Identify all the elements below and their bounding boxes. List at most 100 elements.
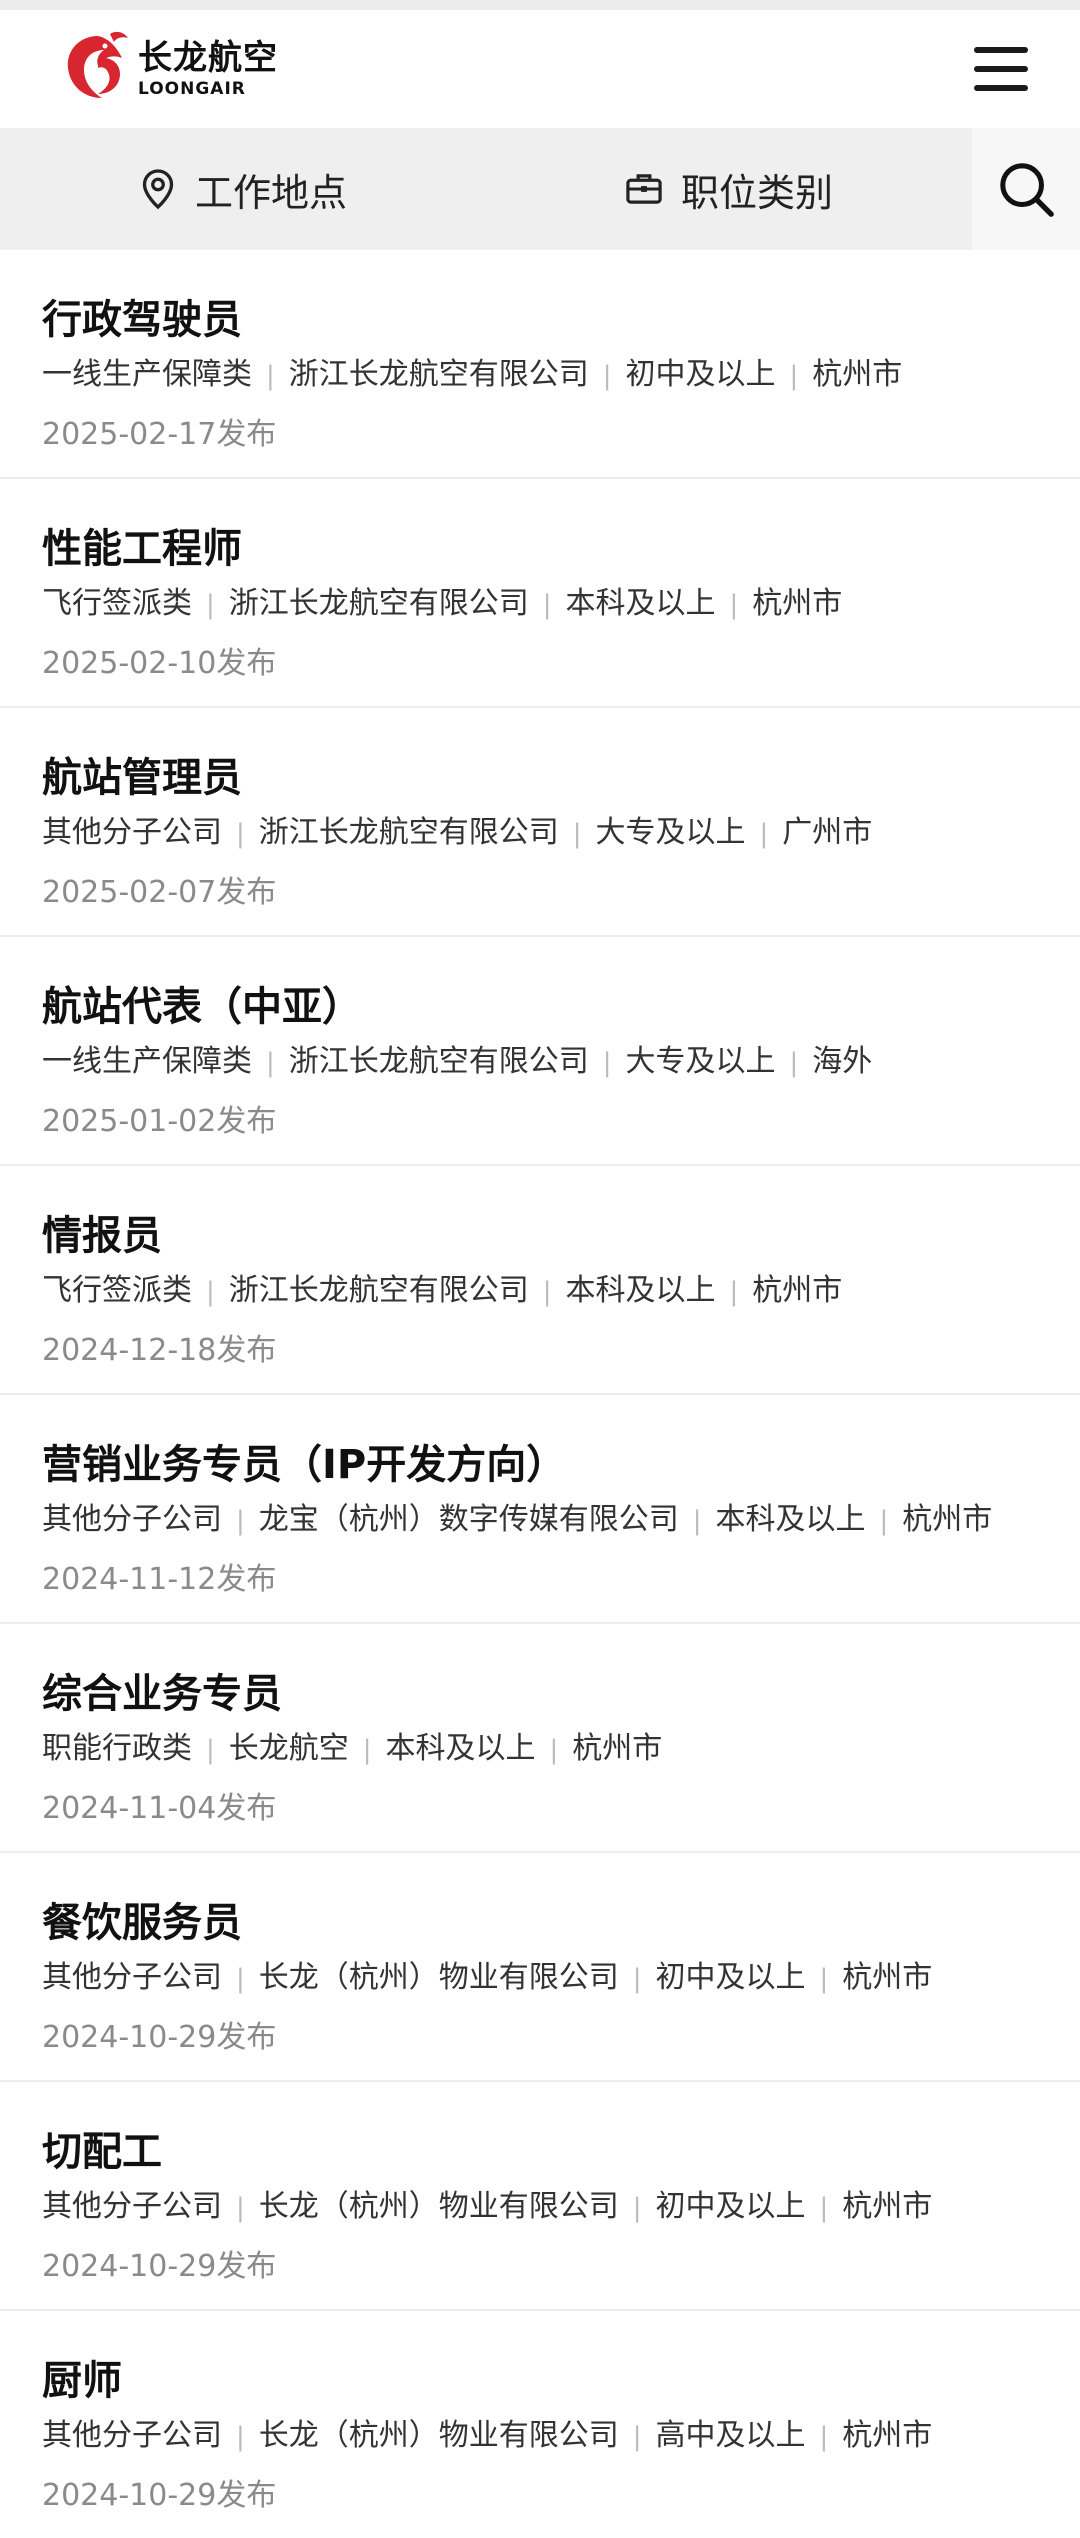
meta-separator: | [602,361,612,391]
job-list-item[interactable]: 厨师 其他分子公司 | 长龙（杭州）物业有限公司 | 高中及以上 | 杭州市 2024-10… [0,2311,1080,2538]
location-filter-label: 工作地点 [194,170,347,215]
job-company: 长龙（杭州）物业有限公司 [258,2189,619,2224]
job-title: 营销业务专员（IP开发方向） [42,1442,567,1488]
job-meta: 其他分子公司 | 浙江长龙航空有限公司 | 大专及以上 | 广州市 [42,810,1040,857]
job-title: 餐饮服务员 [42,1900,242,1946]
job-category: 飞行签派类 [42,1273,192,1308]
job-meta: 飞行签派类 | 浙江长龙航空有限公司 | 本科及以上 | 杭州市 [42,1268,1040,1315]
job-meta: 其他分子公司 | 龙宝（杭州）数字传媒有限公司 | 本科及以上 | 杭州市 [42,1497,1040,1544]
job-list: 行政驾驶员 一线生产保障类 | 浙江长龙航空有限公司 | 初中及以上 | 杭州市 2025-… [0,250,1080,2538]
job-title: 航站代表（中亚） [42,984,362,1030]
meta-separator: | [879,1506,889,1536]
job-meta: 其他分子公司 | 长龙（杭州）物业有限公司 | 初中及以上 | 杭州市 [42,2184,1040,2231]
job-title: 综合业务专员 [42,1671,282,1717]
job-publish-date: 2025-02-07发布 [42,875,277,910]
hamburger-menu-icon[interactable] [974,47,1028,91]
job-city: 杭州市 [902,1502,993,1537]
status-strip [0,0,1080,10]
search-button[interactable] [972,128,1080,250]
meta-separator: | [266,1048,275,1078]
meta-separator: | [759,819,769,849]
meta-separator: | [362,1735,372,1765]
job-meta: 其他分子公司 | 长龙（杭州）物业有限公司 | 高中及以上 | 杭州市 [42,2413,1040,2460]
meta-separator: | [236,1506,245,1536]
job-category: 职能行政类 [42,1731,192,1766]
app-header: 长龙航空 LOONGAIR [0,10,1080,128]
job-publish-date: 2025-02-10发布 [42,646,277,681]
category-filter-label: 职位类别 [680,170,833,215]
job-company: 浙江长龙航空有限公司 [228,1273,529,1308]
job-publish-date: 2025-02-17发布 [42,417,277,452]
job-education: 本科及以上 [385,1731,536,1766]
job-title: 行政驾驶员 [42,297,242,343]
job-category: 飞行签派类 [42,586,192,621]
job-title: 切配工 [42,2129,162,2175]
job-list-item[interactable]: 营销业务专员（IP开发方向） 其他分子公司 | 龙宝（杭州）数字传媒有限公司 | 本科及… [0,1395,1080,1624]
job-publish-date: 2024-11-04发布 [42,1791,277,1826]
dragon-logo-icon [67,31,128,98]
job-city: 杭州市 [752,1273,843,1308]
job-list-item[interactable]: 情报员 飞行签派类 | 浙江长龙航空有限公司 | 本科及以上 | 杭州市 2024-12-1… [0,1166,1080,1395]
meta-separator: | [602,1048,612,1078]
job-list-item[interactable]: 性能工程师 飞行签派类 | 浙江长龙航空有限公司 | 本科及以上 | 杭州市 2025-02… [0,479,1080,708]
job-category: 一线生产保障类 [42,357,252,392]
job-publish-date: 2024-12-18发布 [42,1333,277,1368]
job-education: 初中及以上 [655,1960,806,1995]
job-city: 广州市 [782,815,873,850]
job-education: 初中及以上 [625,357,776,392]
job-list-item[interactable]: 餐饮服务员 其他分子公司 | 长龙（杭州）物业有限公司 | 初中及以上 | 杭州市 2024… [0,1853,1080,2082]
meta-separator: | [236,2193,245,2223]
meta-separator: | [572,819,582,849]
job-education: 初中及以上 [655,2189,806,2224]
job-meta: 一线生产保障类 | 浙江长龙航空有限公司 | 大专及以上 | 海外 [42,1039,1040,1086]
filter-bar: 工作地点 职位类别 [0,128,1080,250]
job-list-item[interactable]: 航站管理员 其他分子公司 | 浙江长龙航空有限公司 | 大专及以上 | 广州市 2025-0… [0,708,1080,937]
job-publish-date: 2025-01-02发布 [42,1104,277,1139]
job-publish-date: 2024-11-12发布 [42,1562,277,1597]
job-list-item[interactable]: 行政驾驶员 一线生产保障类 | 浙江长龙航空有限公司 | 初中及以上 | 杭州市 2025-… [0,250,1080,479]
job-category: 其他分子公司 [42,1960,222,1995]
job-company: 浙江长龙航空有限公司 [288,1044,589,1079]
job-city: 杭州市 [812,357,903,392]
job-company: 长龙（杭州）物业有限公司 [258,2418,619,2453]
meta-separator: | [206,1277,215,1307]
meta-separator: | [729,1277,739,1307]
job-title: 情报员 [42,1213,162,1259]
job-meta: 其他分子公司 | 长龙（杭州）物业有限公司 | 初中及以上 | 杭州市 [42,1955,1040,2002]
brand-name-en: LOONGAIR [138,78,246,99]
brand-name-cn: 长龙航空 [138,37,278,78]
meta-separator: | [819,2422,829,2452]
meta-separator: | [236,819,245,849]
job-title: 性能工程师 [42,526,242,572]
job-city: 海外 [812,1044,873,1079]
job-company: 长龙航空 [228,1731,349,1766]
meta-separator: | [632,2193,642,2223]
job-education: 高中及以上 [655,2418,806,2453]
job-company: 龙宝（杭州）数字传媒有限公司 [258,1502,679,1537]
job-company: 浙江长龙航空有限公司 [258,815,559,850]
category-filter[interactable]: 职位类别 [486,128,972,250]
job-education: 本科及以上 [565,586,716,621]
brand-logo[interactable]: 长龙航空 LOONGAIR [58,28,278,110]
job-company: 长龙（杭州）物业有限公司 [258,1960,619,1995]
job-publish-date: 2024-10-29发布 [42,2249,277,2284]
meta-separator: | [632,1964,642,1994]
job-city: 杭州市 [842,1960,933,1995]
job-list-item[interactable]: 航站代表（中亚） 一线生产保障类 | 浙江长龙航空有限公司 | 大专及以上 | 海外 202… [0,937,1080,1166]
job-education: 大专及以上 [625,1044,776,1079]
meta-separator: | [206,590,215,620]
job-list-item[interactable]: 综合业务专员 职能行政类 | 长龙航空 | 本科及以上 | 杭州市 2024-11-04发布 [0,1624,1080,1853]
job-education: 本科及以上 [715,1502,866,1537]
meta-separator: | [729,590,739,620]
job-city: 杭州市 [842,2189,933,2224]
job-publish-date: 2024-10-29发布 [42,2020,277,2055]
location-filter[interactable]: 工作地点 [0,128,486,250]
meta-separator: | [236,1964,245,1994]
job-city: 杭州市 [842,2418,933,2453]
meta-separator: | [206,1735,215,1765]
job-title: 航站管理员 [42,755,242,801]
job-list-item[interactable]: 切配工 其他分子公司 | 长龙（杭州）物业有限公司 | 初中及以上 | 杭州市 2024-1… [0,2082,1080,2311]
meta-separator: | [819,2193,829,2223]
meta-separator: | [266,361,275,391]
job-company: 浙江长龙航空有限公司 [228,586,529,621]
